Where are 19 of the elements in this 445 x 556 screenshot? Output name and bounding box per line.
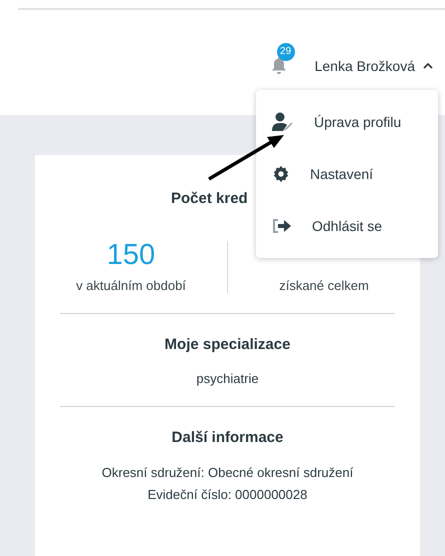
- menu-item[interactable]: Úprava profilu: [256, 102, 438, 142]
- notification-badge: 29: [276, 42, 295, 60]
- bell-icon[interactable]: [270, 56, 287, 74]
- menu-item[interactable]: Odhlásit se: [256, 206, 438, 246]
- credit-label: získané celkem: [279, 278, 369, 293]
- user-edit-icon: [272, 112, 294, 132]
- credit-label: v aktuálním období: [76, 278, 186, 293]
- info-line: Okresní sdružení: Obecné okresní sdružení: [102, 464, 354, 482]
- caret-icon: [423, 62, 433, 68]
- credits-title: Počet kred: [171, 190, 248, 207]
- section-title: Moje specializace: [164, 336, 290, 353]
- section-title: Další informace: [172, 429, 284, 446]
- gear-icon: [272, 165, 290, 183]
- menu-item[interactable]: Nastavení: [256, 154, 438, 194]
- specialization-value: psychiatrie: [196, 371, 259, 386]
- info-line: Evideční číslo: 0000000028: [148, 486, 308, 504]
- logout-icon: [272, 218, 292, 234]
- credit-count: 150: [106, 241, 156, 270]
- user-menu-button[interactable]: Lenka Brožková: [314, 58, 433, 74]
